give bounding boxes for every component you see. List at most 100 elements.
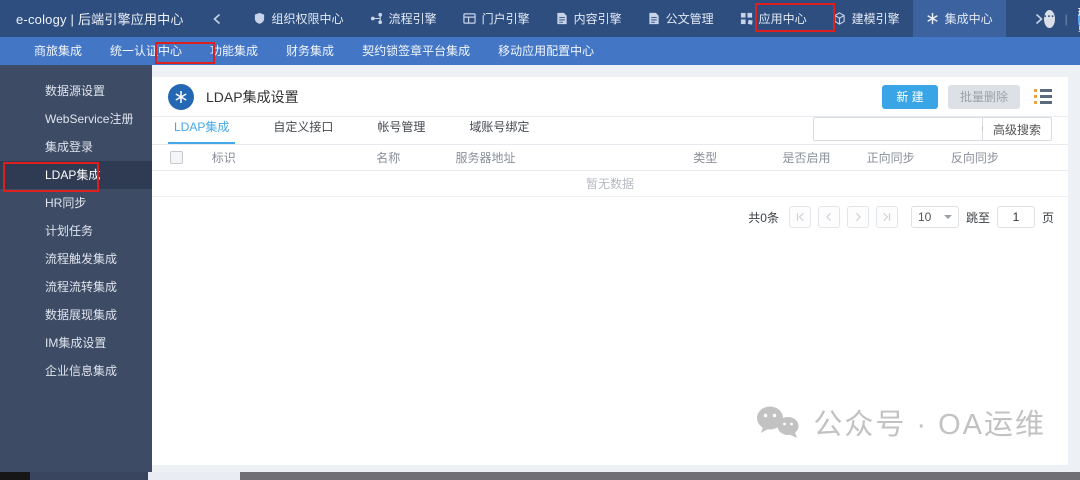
sidebar-item-hr-sync[interactable]: HR同步 [0, 189, 152, 217]
create-button[interactable]: 新 建 [881, 84, 938, 109]
sidebar: 数据源设置 WebService注册 集成登录 LDAP集成 HR同步 计划任务… [0, 65, 152, 472]
select-all-checkbox[interactable] [170, 151, 183, 164]
page: e-cology | 后端引擎应用中心 组织权限中心 流程引擎 门户引擎 内容引… [0, 0, 1080, 480]
search-box [812, 117, 994, 141]
column-header-enabled[interactable]: 是否启用 [782, 149, 866, 166]
sidebar-item-data-display[interactable]: 数据展现集成 [0, 301, 152, 329]
jump-to-label: 跳至 [965, 210, 990, 225]
main-area: LDAP集成设置 新 建 批量删除 LDAP集成 自定义接口 帐号管理 域账号绑… [152, 65, 1080, 472]
nav-item-content-engine[interactable]: 内容引擎 [543, 0, 635, 37]
empty-state-row: 暂无数据 [152, 171, 1068, 197]
column-header-type[interactable]: 类型 [693, 149, 782, 166]
subnav-item-qiyuesuo-platform[interactable]: 契约锁签章平台集成 [348, 37, 484, 65]
more-options-icon[interactable]: ··· [1043, 9, 1055, 28]
nav-item-workflow-engine[interactable]: 流程引擎 [357, 0, 450, 37]
nav-item-label: 门户引擎 [481, 12, 530, 26]
sidebar-item-enterprise-info[interactable]: 企业信息集成 [0, 357, 152, 385]
panel-header-actions: 新 建 批量删除 [881, 84, 1052, 109]
sidebar-item-scheduled-tasks[interactable]: 计划任务 [0, 217, 152, 245]
shield-icon [253, 12, 266, 25]
sub-navbar: 商旅集成 统一认证中心 功能集成 财务集成 契约锁签章平台集成 移动应用配置中心 [0, 37, 1080, 65]
next-page-button[interactable] [846, 206, 869, 228]
nav-scroll-right-button[interactable] [1034, 13, 1044, 25]
flow-icon [370, 12, 383, 25]
bottom-strip-dark [0, 472, 30, 480]
document-icon [556, 12, 568, 25]
page-number-input[interactable] [996, 206, 1035, 228]
nav-item-app-center[interactable]: 应用中心 [727, 0, 820, 37]
search-area: 高级搜索 [812, 117, 1052, 141]
bottom-strip-sidebar [30, 472, 148, 480]
horizontal-scrollbar-thumb[interactable] [240, 472, 1080, 480]
prev-page-button[interactable] [817, 206, 840, 228]
page-unit-label: 页 [1041, 210, 1054, 225]
search-input[interactable] [813, 119, 981, 139]
body: 数据源设置 WebService注册 集成登录 LDAP集成 HR同步 计划任务… [0, 65, 1080, 472]
top-nav-items: 组织权限中心 流程引擎 门户引擎 内容引擎 公文管理 应用中心 建模引擎 集成中… [240, 0, 1006, 37]
column-header-forward-sync[interactable]: 正向同步 [867, 149, 951, 166]
subnav-item-business-travel[interactable]: 商旅集成 [20, 37, 96, 65]
nav-item-label: 内容引擎 [573, 12, 622, 26]
integration-icon [926, 12, 939, 25]
sidebar-item-datasource[interactable]: 数据源设置 [0, 77, 152, 105]
chevron-left-icon [212, 13, 222, 25]
panel-header: LDAP集成设置 新 建 批量删除 [152, 77, 1068, 117]
chevron-right-icon [1034, 13, 1044, 25]
top-navbar: e-cology | 后端引擎应用中心 组织权限中心 流程引擎 门户引擎 内容引… [0, 0, 1080, 37]
advanced-search-button[interactable]: 高级搜索 [982, 117, 1052, 141]
total-count-label: 共0条 [748, 210, 779, 225]
sidebar-item-workflow-flow[interactable]: 流程流转集成 [0, 273, 152, 301]
sidebar-item-im-settings[interactable]: IM集成设置 [0, 329, 152, 357]
tab-account-management[interactable]: 帐号管理 [371, 118, 431, 144]
sidebar-item-sso-login[interactable]: 集成登录 [0, 133, 152, 161]
content-panel: LDAP集成设置 新 建 批量删除 LDAP集成 自定义接口 帐号管理 域账号绑… [152, 77, 1068, 465]
pagination: 共0条 10 跳至 1 页 [152, 206, 1068, 228]
nav-item-label: 应用中心 [758, 12, 807, 26]
page-size-select[interactable]: 10 [910, 206, 959, 228]
subnav-item-unified-auth[interactable]: 统一认证中心 [96, 37, 196, 65]
ldap-module-icon [168, 83, 194, 110]
tab-ldap-integration[interactable]: LDAP集成 [168, 118, 236, 144]
subnav-item-mobile-config[interactable]: 移动应用配置中心 [484, 37, 608, 65]
document-icon [648, 12, 660, 25]
sidebar-item-workflow-trigger[interactable]: 流程触发集成 [0, 245, 152, 273]
page-title: LDAP集成设置 [206, 88, 299, 105]
column-header-reverse-sync[interactable]: 反向同步 [951, 149, 1050, 166]
page-size-value: 10 [917, 210, 932, 224]
tabs-row: LDAP集成 自定义接口 帐号管理 域账号绑定 高级搜索 [152, 117, 1068, 145]
column-header-server-address[interactable]: 服务器地址 [455, 149, 693, 166]
nav-item-label: 组织权限中心 [271, 12, 344, 26]
batch-delete-button[interactable]: 批量删除 [947, 84, 1020, 109]
watermark: 公众号 · OA运维 [755, 401, 1046, 443]
sidebar-item-webservice[interactable]: WebService注册 [0, 105, 152, 133]
nav-item-official-doc[interactable]: 公文管理 [635, 0, 727, 37]
chevron-down-icon [943, 215, 952, 219]
nav-item-org-permission[interactable]: 组织权限中心 [240, 0, 357, 37]
nav-scroll-left-button[interactable] [212, 13, 222, 25]
list-view-icon[interactable] [1034, 89, 1052, 104]
nav-item-label: 集成中心 [944, 12, 993, 26]
nav-item-label: 建模引擎 [851, 12, 900, 26]
subnav-item-function-integration[interactable]: 功能集成 [196, 37, 272, 65]
nav-item-label: 公文管理 [665, 12, 714, 26]
last-page-button[interactable] [875, 206, 898, 228]
nav-item-modeling-engine[interactable]: 建模引擎 [820, 0, 913, 37]
scrollbar-track [148, 472, 240, 480]
tab-custom-interface[interactable]: 自定义接口 [267, 118, 339, 144]
empty-state-text: 暂无数据 [585, 177, 634, 191]
first-page-button[interactable] [788, 206, 811, 228]
subnav-item-finance-integration[interactable]: 财务集成 [272, 37, 348, 65]
table-header-row: 标识 名称 服务器地址 类型 是否启用 正向同步 反向同步 [152, 145, 1068, 171]
watermark-text: 公众号 · OA运维 [813, 409, 1046, 441]
nav-item-label: 流程引擎 [388, 12, 437, 26]
portal-icon [462, 12, 476, 25]
cube-icon [833, 12, 846, 25]
sidebar-item-ldap[interactable]: LDAP集成 [0, 161, 152, 189]
nav-item-integration-center[interactable]: 集成中心 [912, 0, 1006, 37]
tab-domain-account-binding[interactable]: 域账号绑定 [463, 118, 535, 144]
column-header-identifier[interactable]: 标识 [200, 149, 376, 166]
apps-icon [740, 12, 753, 25]
wechat-icon [755, 404, 801, 440]
nav-item-portal-engine[interactable]: 门户引擎 [450, 0, 543, 37]
column-header-name[interactable]: 名称 [376, 149, 455, 166]
